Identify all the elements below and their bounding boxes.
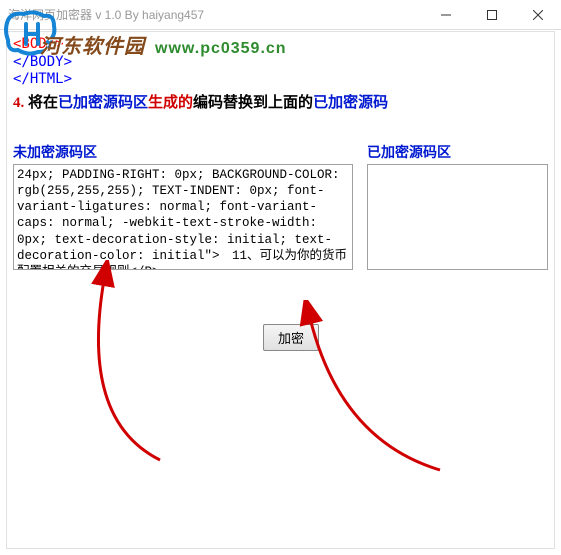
instr-t1: 将在 xyxy=(24,95,58,111)
watermark: 河东软件园 www.pc0359.cn xyxy=(40,30,287,59)
encrypt-button[interactable]: 加密 xyxy=(263,324,319,351)
html-close-tag: </HTML> xyxy=(13,71,548,89)
instr-num: 4. xyxy=(13,95,24,111)
close-icon xyxy=(533,10,543,20)
close-button[interactable] xyxy=(515,0,561,30)
encrypted-source-input[interactable] xyxy=(367,164,548,270)
unencrypted-source-input[interactable] xyxy=(13,164,353,270)
maximize-icon xyxy=(487,10,497,20)
instruction-line: 4. 将在已加密源码区生成的编码替换到上面的已加密源码 xyxy=(13,91,548,112)
unencrypted-panel: 未加密源码区 xyxy=(13,142,353,273)
window-titlebar: 海洋网页加密器 v 1.0 By haiyang457 xyxy=(0,0,561,30)
window-controls xyxy=(423,0,561,29)
instr-t4: 编码替换到上面的 xyxy=(193,95,313,111)
encrypted-label: 已加密源码区 xyxy=(367,142,548,162)
instr-t5: 已加密源码 xyxy=(313,95,388,111)
window-title: 海洋网页加密器 v 1.0 By haiyang457 xyxy=(8,6,423,23)
encrypted-panel: 已加密源码区 xyxy=(367,142,548,273)
instr-t2: 已加密源码区 xyxy=(58,95,148,111)
app-content: <BODY> </BODY> </HTML> 4. 将在已加密源码区生成的编码替… xyxy=(6,31,555,549)
watermark-site-name: 河东软件园 xyxy=(40,30,145,59)
maximize-button[interactable] xyxy=(469,0,515,30)
minimize-button[interactable] xyxy=(423,0,469,30)
panels-row: 未加密源码区 已加密源码区 xyxy=(13,142,548,273)
watermark-site-url: www.pc0359.cn xyxy=(155,40,287,58)
minimize-icon xyxy=(441,10,451,20)
unencrypted-label: 未加密源码区 xyxy=(13,142,353,162)
instr-t3: 生成的 xyxy=(148,95,193,111)
